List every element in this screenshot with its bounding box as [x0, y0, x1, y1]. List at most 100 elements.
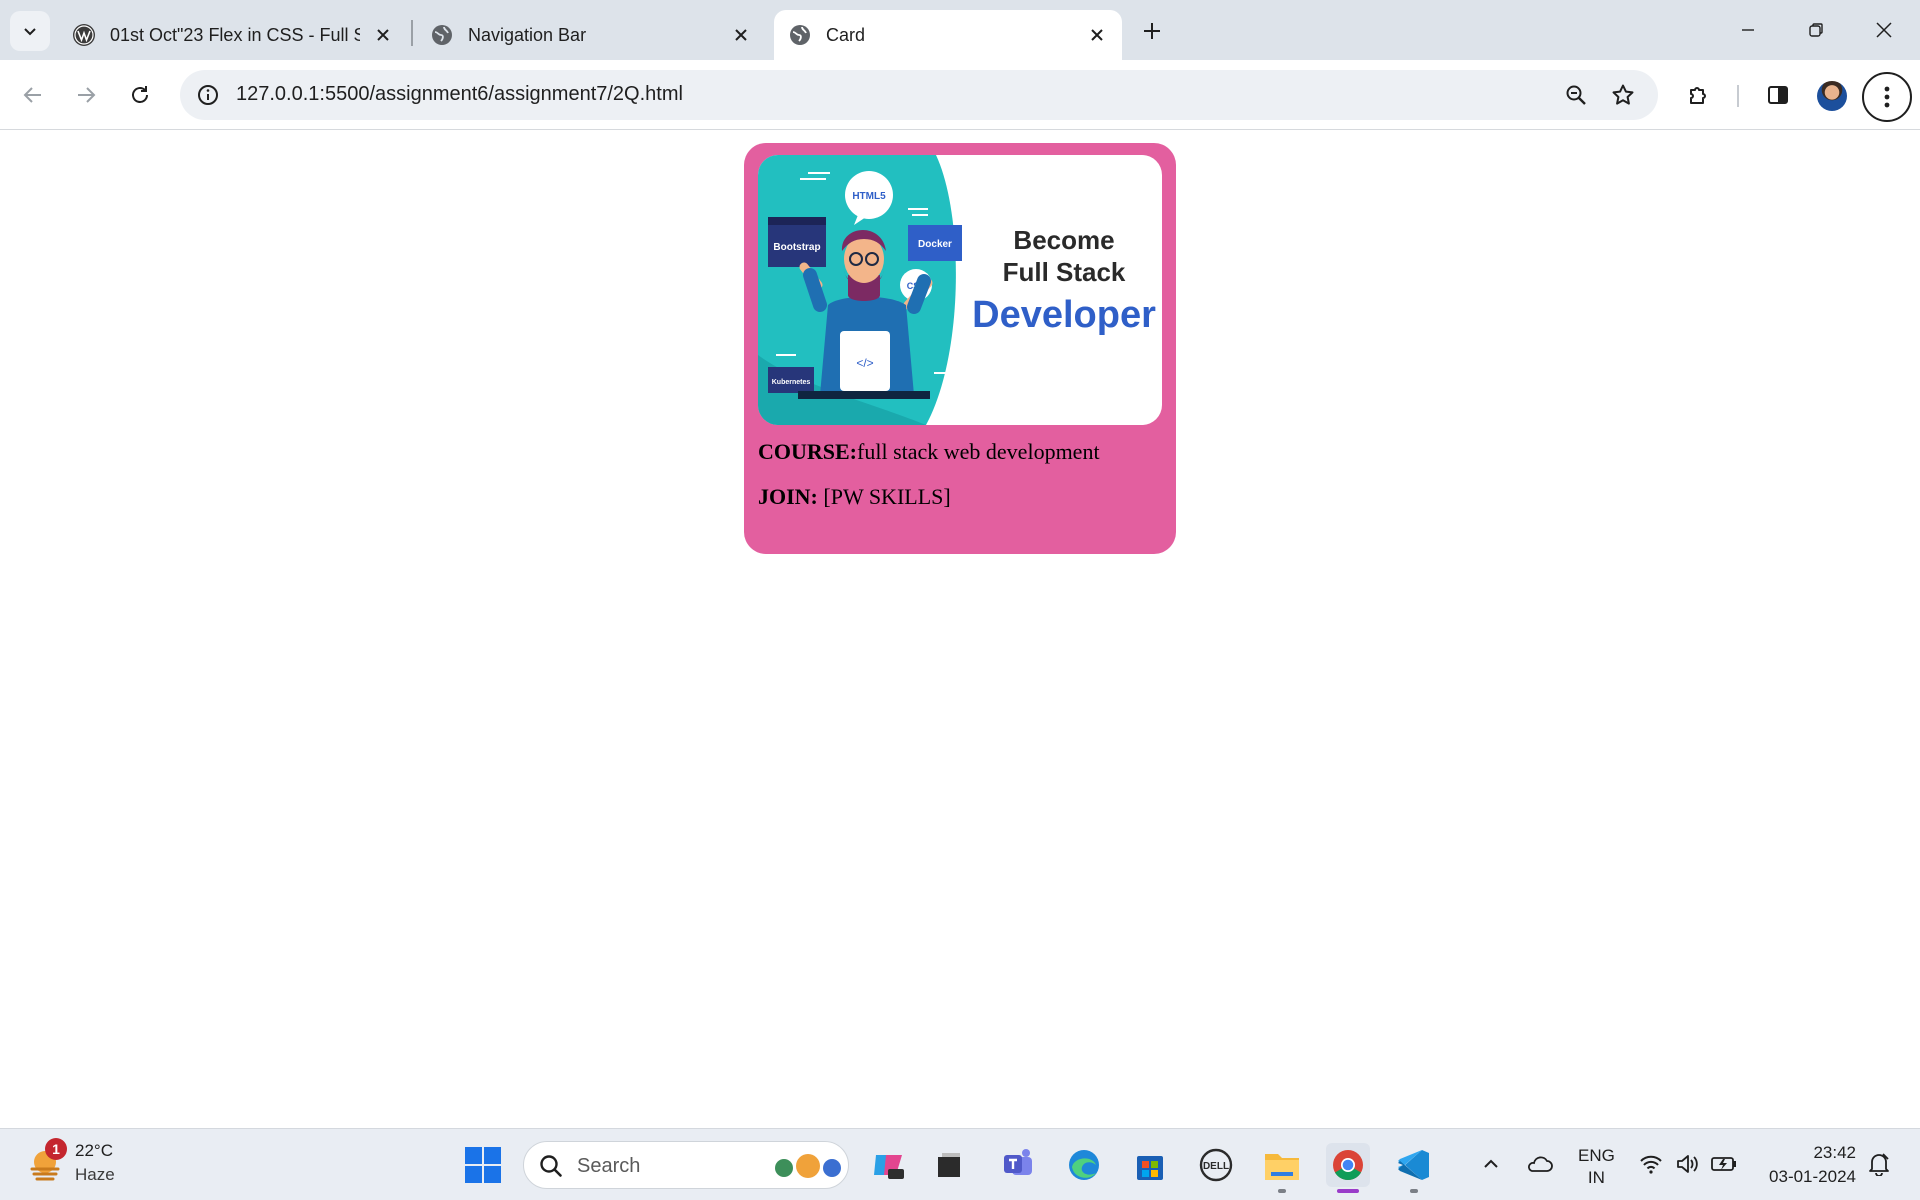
windows-taskbar: 1 22°C Haze Search DELL ENG IN 23:42 03-…: [0, 1128, 1920, 1200]
copilot-app[interactable]: [866, 1143, 910, 1187]
chevron-up-icon: [1484, 1159, 1498, 1168]
windows-start-icon[interactable]: [463, 1145, 503, 1185]
course-image: HTML5 Bootstrap Docker CSS Kubernetes: [758, 155, 1162, 425]
running-indicator: [1410, 1189, 1418, 1193]
battery-button[interactable]: [1709, 1149, 1739, 1179]
tab-title: Navigation Bar: [468, 24, 587, 45]
minimize-button[interactable]: [1726, 12, 1770, 48]
close-icon[interactable]: [1086, 24, 1108, 46]
edge-app[interactable]: [1062, 1143, 1106, 1187]
profile-avatar[interactable]: [1817, 81, 1847, 111]
course-value: full stack web development: [857, 439, 1100, 464]
tab-search-button[interactable]: [10, 11, 50, 51]
notification-bell-icon: [1869, 1153, 1889, 1176]
arrow-right-icon: [78, 87, 96, 103]
side-panel-button[interactable]: [1760, 77, 1796, 113]
restore-icon: [1809, 23, 1823, 37]
html5-badge-text: HTML5: [852, 191, 886, 202]
kubernetes-badge-text: Kubernetes: [772, 379, 811, 386]
store-app[interactable]: [1128, 1143, 1172, 1187]
vscode-app[interactable]: [1392, 1143, 1436, 1193]
full-stack-developer-illustration: HTML5 Bootstrap Docker CSS Kubernetes: [758, 155, 1156, 425]
close-icon: [1876, 22, 1892, 38]
restore-button[interactable]: [1794, 12, 1838, 48]
onedrive-button[interactable]: [1524, 1149, 1554, 1179]
bookmark-button[interactable]: [1605, 77, 1641, 113]
back-button[interactable]: [15, 77, 51, 113]
task-view-app[interactable]: [926, 1143, 970, 1187]
browser-toolbar: 127.0.0.1:5500/assignment6/assignment7/2…: [0, 60, 1920, 130]
tab-card[interactable]: Card: [774, 10, 1122, 60]
taskbar-search-box[interactable]: Search: [523, 1141, 849, 1189]
toolbar-divider: [1737, 85, 1739, 107]
url-text[interactable]: 127.0.0.1:5500/assignment6/assignment7/2…: [236, 83, 683, 106]
headline-line3: Developer: [972, 294, 1156, 336]
reload-button[interactable]: [122, 77, 158, 113]
plus-icon: [1144, 23, 1160, 39]
system-clock[interactable]: 23:42 03-01-2024: [1760, 1141, 1856, 1189]
code-glyph-text: </>: [856, 356, 873, 370]
close-icon[interactable]: [372, 24, 394, 46]
wifi-button[interactable]: [1636, 1149, 1666, 1179]
globe-icon: [432, 25, 452, 45]
puzzle-icon: [1690, 87, 1706, 104]
close-icon[interactable]: [730, 24, 752, 46]
clock-date: 03-01-2024: [1769, 1167, 1856, 1186]
dell-icon: DELL: [1199, 1148, 1233, 1182]
new-tab-button[interactable]: [1137, 16, 1167, 46]
chrome-icon: [1333, 1150, 1363, 1181]
headline-line2: Full Stack: [1003, 257, 1126, 287]
course-label: COURSE:: [758, 439, 858, 464]
join-label: JOIN:: [758, 484, 818, 509]
weather-condition: Haze: [75, 1165, 115, 1184]
docker-badge-text: Docker: [918, 239, 952, 250]
reload-icon: [132, 86, 148, 103]
course-card: HTML5 Bootstrap Docker CSS Kubernetes: [744, 143, 1176, 554]
extensions-button[interactable]: [1681, 77, 1717, 113]
search-icon: [540, 1155, 562, 1177]
side-panel-icon: [1768, 86, 1788, 104]
address-bar[interactable]: 127.0.0.1:5500/assignment6/assignment7/2…: [180, 70, 1658, 120]
tab-navigation-bar[interactable]: Navigation Bar: [416, 10, 756, 60]
headline-line1: Become: [1013, 225, 1114, 255]
notifications-button[interactable]: [1864, 1149, 1894, 1179]
site-info-button[interactable]: [192, 79, 224, 111]
bootstrap-badge-text: Bootstrap: [773, 242, 820, 253]
close-window-button[interactable]: [1862, 12, 1906, 48]
forward-button[interactable]: [68, 77, 104, 113]
tab-divider: [411, 20, 413, 46]
clock-time: 23:42: [1813, 1143, 1856, 1162]
chevron-down-icon: [24, 28, 36, 36]
join-line: JOIN: [PW SKILLS]: [758, 484, 951, 510]
weather-notification-badge: 1: [45, 1138, 67, 1160]
battery-charging-icon: [1711, 1157, 1736, 1171]
chrome-app[interactable]: [1326, 1143, 1370, 1193]
cloud-icon: [1528, 1156, 1553, 1172]
tab-title: Card: [826, 24, 866, 45]
tab-title: 01st Oct"23 Flex in CSS - Full St: [110, 24, 360, 45]
active-indicator: [1337, 1189, 1359, 1193]
region-code: IN: [1587, 1168, 1605, 1187]
show-hidden-icons-button[interactable]: [1476, 1149, 1506, 1179]
language-code: ENG: [1578, 1146, 1615, 1165]
edge-icon: [1069, 1150, 1099, 1180]
tab-flex-in-css[interactable]: 01st Oct"23 Flex in CSS - Full St: [58, 10, 398, 60]
speaker-icon: [1677, 1155, 1698, 1173]
volume-button[interactable]: [1672, 1149, 1702, 1179]
globe-icon: [790, 25, 810, 45]
zoom-button[interactable]: [1560, 79, 1592, 111]
wordpress-icon: [73, 24, 95, 46]
input-language-indicator[interactable]: ENG IN: [1578, 1145, 1615, 1189]
copilot-icon: [874, 1155, 904, 1179]
folder-icon: [1265, 1154, 1299, 1180]
zoom-out-icon: [1566, 85, 1586, 105]
teams-app[interactable]: [996, 1143, 1040, 1187]
chrome-menu-button[interactable]: [1862, 72, 1912, 122]
join-value: [PW SKILLS]: [823, 484, 951, 509]
dell-app[interactable]: DELL: [1194, 1143, 1238, 1187]
teams-icon: [1004, 1149, 1032, 1175]
arrow-left-icon: [23, 87, 41, 103]
more-vertical-icon: [1884, 86, 1890, 108]
file-explorer-app[interactable]: [1260, 1143, 1304, 1193]
page-viewport: HTML5 Bootstrap Docker CSS Kubernetes: [0, 131, 1920, 1128]
